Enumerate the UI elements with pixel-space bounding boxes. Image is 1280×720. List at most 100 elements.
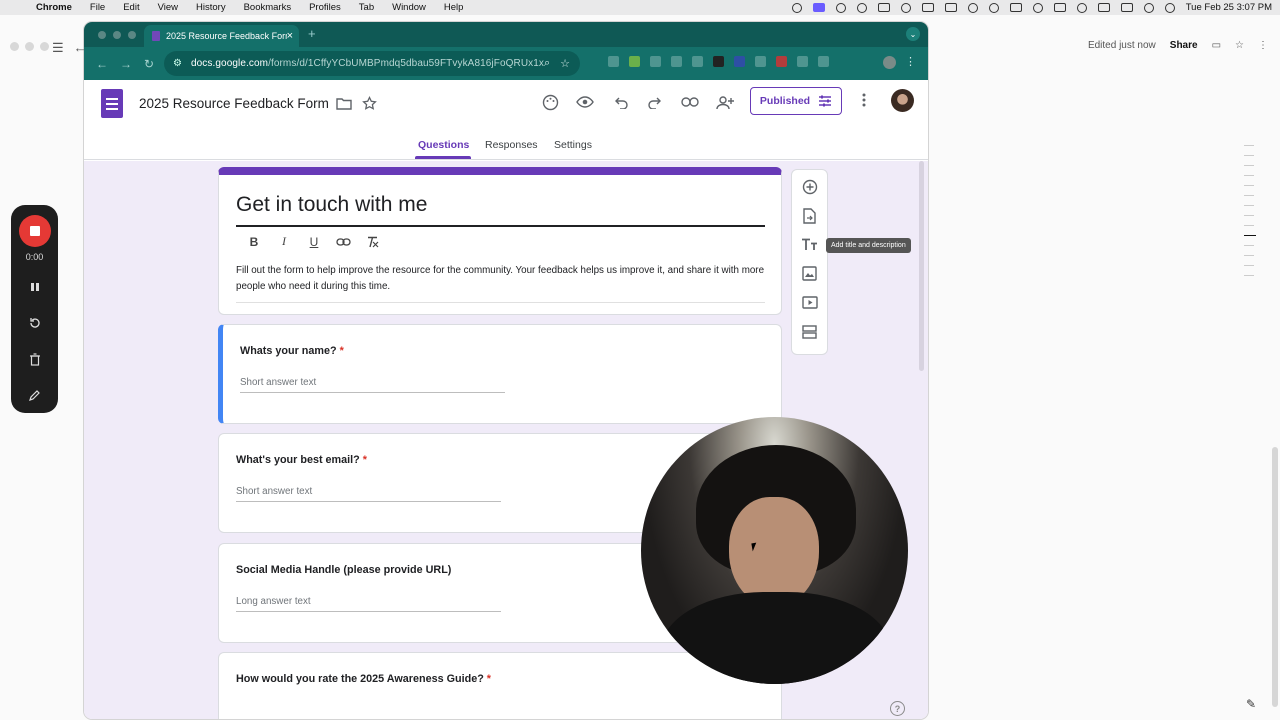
import-questions-icon[interactable] — [801, 207, 819, 224]
menu-tab[interactable]: Tab — [359, 2, 374, 13]
add-question-icon[interactable] — [801, 178, 819, 195]
link-icon[interactable] — [336, 237, 352, 246]
account-avatar[interactable] — [891, 89, 914, 112]
status-icon[interactable] — [900, 2, 911, 13]
menu-app[interactable]: Chrome — [36, 2, 72, 13]
add-collaborator-icon[interactable] — [715, 92, 735, 112]
tab-questions[interactable]: Questions — [418, 139, 469, 151]
question-title[interactable]: Whats your name? * — [240, 345, 344, 357]
canvas-scrollbar[interactable] — [919, 161, 924, 371]
status-icon[interactable] — [944, 3, 957, 12]
pause-button[interactable] — [24, 276, 46, 298]
bookmark-star-icon[interactable]: ☆ — [560, 57, 570, 70]
extension-icon[interactable] — [776, 56, 787, 67]
tab-search-icon[interactable]: ⌄ — [906, 27, 920, 41]
status-icon[interactable] — [877, 3, 890, 12]
redo-icon[interactable] — [645, 92, 665, 112]
stop-record-button[interactable] — [18, 215, 51, 247]
search-icon[interactable] — [1143, 2, 1154, 13]
screen-record-icon[interactable] — [812, 3, 825, 12]
battery-icon[interactable] — [1120, 3, 1133, 12]
menu-help[interactable]: Help — [444, 2, 464, 13]
status-icon[interactable] — [988, 2, 999, 13]
close-tab-icon[interactable]: × — [287, 30, 293, 42]
webcam-bubble[interactable] — [641, 417, 908, 684]
preview-eye-icon[interactable] — [575, 92, 595, 112]
question-title[interactable]: How would you rate the 2025 Awareness Gu… — [236, 673, 491, 685]
menu-window[interactable]: Window — [392, 2, 426, 13]
extension-icon[interactable] — [629, 56, 640, 67]
question-card[interactable]: Whats your name? * Short answer text — [218, 324, 782, 424]
draw-button[interactable] — [24, 384, 46, 406]
extension-icon[interactable] — [671, 56, 682, 67]
star-icon[interactable]: ☆ — [1235, 40, 1244, 51]
menu-file[interactable]: File — [90, 2, 105, 13]
bold-icon[interactable]: B — [246, 235, 262, 249]
add-image-icon[interactable] — [801, 265, 819, 282]
more-options-icon[interactable] — [861, 92, 867, 108]
status-icon[interactable] — [856, 2, 867, 13]
status-icon[interactable] — [1097, 3, 1110, 12]
pen-icon[interactable]: ✎ — [1246, 697, 1256, 711]
share-button[interactable]: Share — [1170, 40, 1198, 51]
browser-tab[interactable]: 2025 Resource Feedback Form × — [144, 25, 299, 47]
add-title-icon[interactable] — [801, 236, 819, 253]
link-icon[interactable] — [680, 92, 700, 112]
profile-avatar[interactable] — [883, 56, 896, 69]
extension-icon[interactable] — [713, 56, 724, 67]
reload-icon[interactable]: ↻ — [144, 57, 154, 71]
extension-icon[interactable] — [755, 56, 766, 67]
comment-icon[interactable]: ▭ — [1212, 40, 1221, 51]
form-heading[interactable]: Get in touch with me — [236, 193, 427, 217]
menubar-clock[interactable]: Tue Feb 25 3:07 PM — [1186, 2, 1272, 13]
extension-icon[interactable] — [650, 56, 661, 67]
control-center-icon[interactable] — [1164, 2, 1175, 13]
extension-icon[interactable] — [692, 56, 703, 67]
status-icon[interactable] — [791, 2, 802, 13]
form-doc-title[interactable]: 2025 Resource Feedback Form — [139, 96, 329, 111]
forward-icon[interactable]: → — [120, 57, 132, 71]
status-icon[interactable] — [1032, 2, 1043, 13]
question-title[interactable]: Social Media Handle (please provide URL) — [236, 564, 451, 576]
extension-icon[interactable] — [608, 56, 619, 67]
star-icon[interactable] — [362, 96, 377, 111]
add-video-icon[interactable] — [801, 294, 819, 311]
undo-icon[interactable] — [610, 92, 630, 112]
clear-formatting-icon[interactable] — [366, 236, 382, 248]
back-icon[interactable]: ← — [96, 57, 108, 71]
help-icon[interactable]: ? — [890, 701, 905, 716]
form-title-card[interactable]: Get in touch with me B I U Fill out the … — [218, 167, 782, 315]
status-icon[interactable] — [967, 2, 978, 13]
status-icon[interactable] — [1009, 3, 1022, 12]
status-icon[interactable] — [921, 3, 934, 12]
published-button[interactable]: Published — [750, 87, 842, 115]
menu-view[interactable]: View — [158, 2, 178, 13]
folder-icon[interactable] — [336, 97, 352, 110]
add-section-icon[interactable] — [801, 323, 819, 340]
delete-button[interactable] — [24, 348, 46, 370]
new-tab-icon[interactable]: + — [308, 26, 316, 41]
extensions-puzzle-icon[interactable] — [818, 56, 829, 67]
italic-icon[interactable]: I — [276, 234, 292, 249]
status-icon[interactable] — [1053, 3, 1066, 12]
tab-responses[interactable]: Responses — [485, 139, 538, 151]
tab-settings[interactable]: Settings — [554, 139, 592, 151]
menu-profiles[interactable]: Profiles — [309, 2, 341, 13]
forms-logo-icon[interactable] — [101, 89, 123, 118]
status-icon[interactable] — [1076, 2, 1087, 13]
menu-history[interactable]: History — [196, 2, 226, 13]
traffic-lights[interactable] — [98, 31, 136, 39]
site-info-icon[interactable]: ⚙ — [173, 58, 182, 69]
address-bar[interactable]: ⚙ docs.google.com/forms/d/1CffyYCbUMBPmd… — [164, 51, 580, 76]
extension-icon[interactable] — [734, 56, 745, 67]
question-title[interactable]: What's your best email? * — [236, 454, 367, 466]
zoom-icon[interactable]: ⌕ — [544, 57, 550, 70]
underline-icon[interactable]: U — [306, 235, 322, 249]
scrollbar[interactable] — [1272, 447, 1278, 707]
form-description[interactable]: Fill out the form to help improve the re… — [236, 263, 766, 295]
palette-icon[interactable] — [540, 92, 560, 112]
more-icon[interactable]: ⋮ — [1258, 40, 1268, 51]
extension-icon[interactable] — [797, 56, 808, 67]
restart-button[interactable] — [24, 312, 46, 334]
menu-edit[interactable]: Edit — [123, 2, 139, 13]
